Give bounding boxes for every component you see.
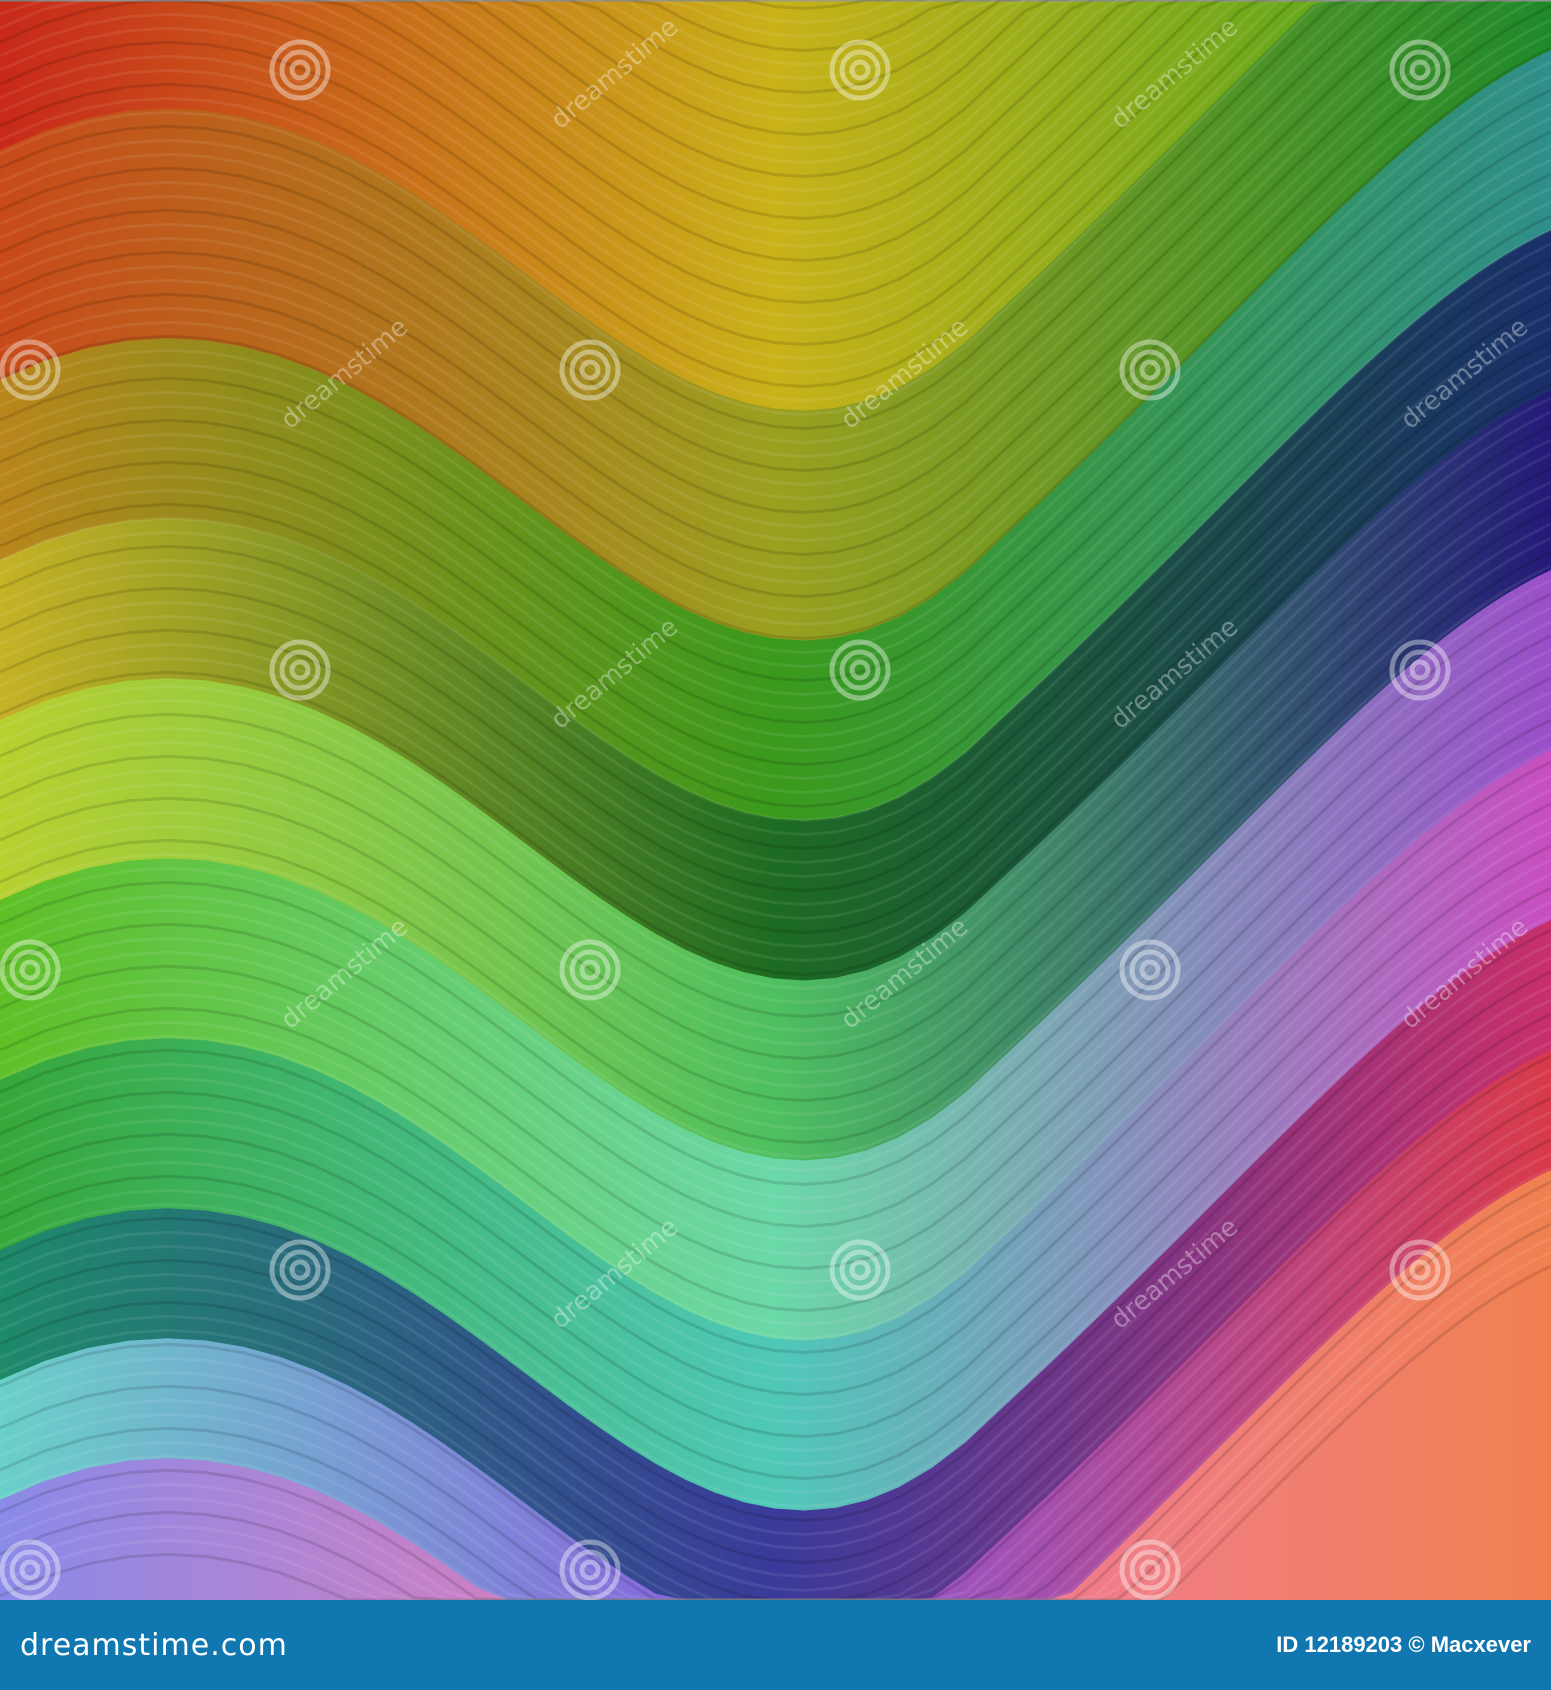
watermark-footer: dreamstime.com ID 12189203 © Macxever (0, 1600, 1551, 1690)
abstract-rainbow-wave-image: dreamstime dreamstimedreamstime dreamstime… (0, 0, 1551, 1600)
dreamstime-logo: dreamstime.com (20, 1628, 288, 1663)
image-credit: ID 12189203 © Macxever (1276, 1632, 1531, 1657)
